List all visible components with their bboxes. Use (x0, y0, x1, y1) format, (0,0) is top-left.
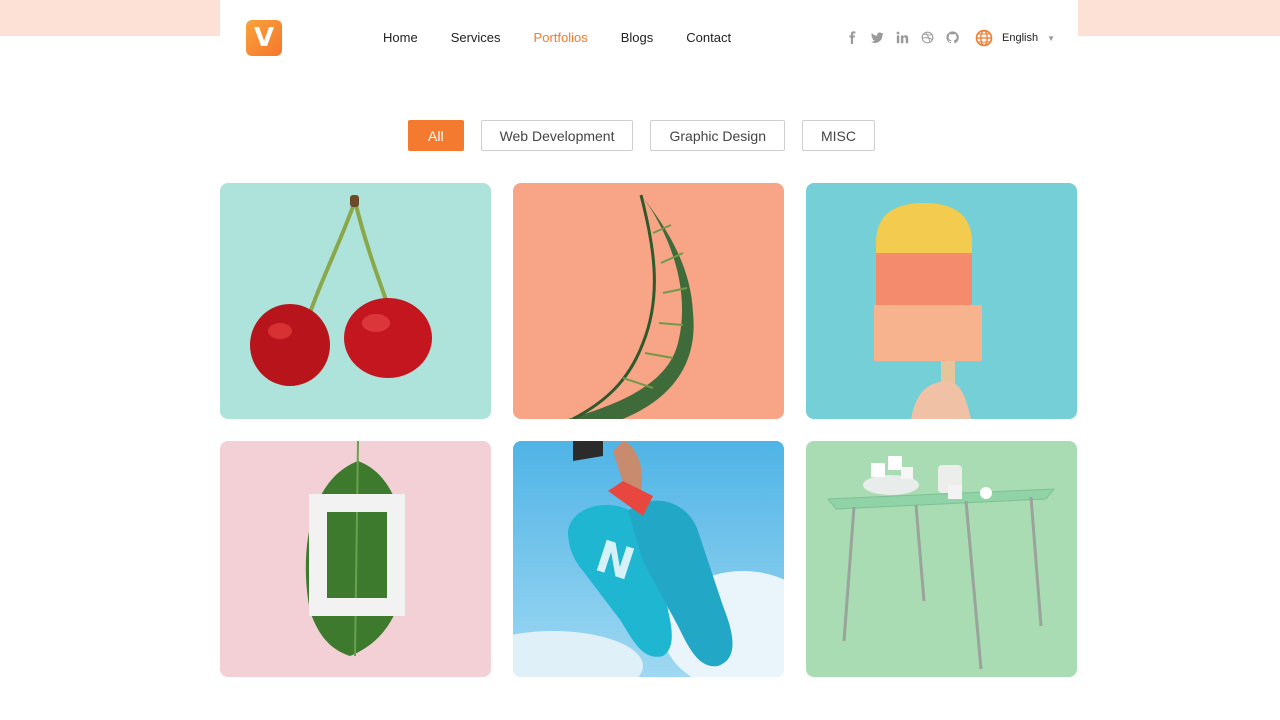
nav-portfolios[interactable]: Portfolios (534, 30, 588, 46)
language-selector[interactable]: English ▼ (975, 29, 1055, 47)
main-nav: Home Services Portfolios Blogs Contact (383, 30, 764, 46)
filter-all-button[interactable]: All (408, 120, 464, 151)
facebook-icon[interactable] (844, 29, 860, 45)
nav-contact[interactable]: Contact (686, 30, 731, 46)
dribbble-icon[interactable] (919, 29, 935, 45)
language-label: English (1002, 32, 1039, 44)
filter-misc-button[interactable]: MISC (801, 120, 875, 151)
portfolio-item-table[interactable] (806, 441, 1077, 677)
portfolio-item-popsicle[interactable] (806, 183, 1077, 419)
nav-services[interactable]: Services (451, 30, 501, 46)
social-links (844, 29, 969, 45)
chevron-down-icon: ▼ (1047, 33, 1055, 43)
linkedin-icon[interactable] (894, 29, 910, 45)
portfolio-filters: All Web Development Graphic Design MISC (408, 120, 892, 151)
site-header: V Home Services Portfolios Blogs Contact… (220, 0, 1077, 75)
twitter-icon[interactable] (869, 29, 885, 45)
filter-web-development-button[interactable]: Web Development (480, 120, 634, 151)
portfolio-item-sneakers[interactable]: N (513, 441, 784, 677)
nav-blogs[interactable]: Blogs (621, 30, 654, 46)
portfolio-item-cherries[interactable] (220, 183, 491, 419)
nav-home[interactable]: Home (383, 30, 418, 46)
top-band-left (0, 0, 220, 36)
top-band-right (1078, 0, 1280, 36)
logo[interactable]: V (246, 20, 282, 56)
filter-graphic-design-button[interactable]: Graphic Design (650, 120, 785, 151)
github-icon[interactable] (944, 29, 960, 45)
portfolio-item-leaf-frame[interactable] (220, 441, 491, 677)
globe-icon (975, 29, 993, 47)
portfolio-item-plant[interactable] (513, 183, 784, 419)
